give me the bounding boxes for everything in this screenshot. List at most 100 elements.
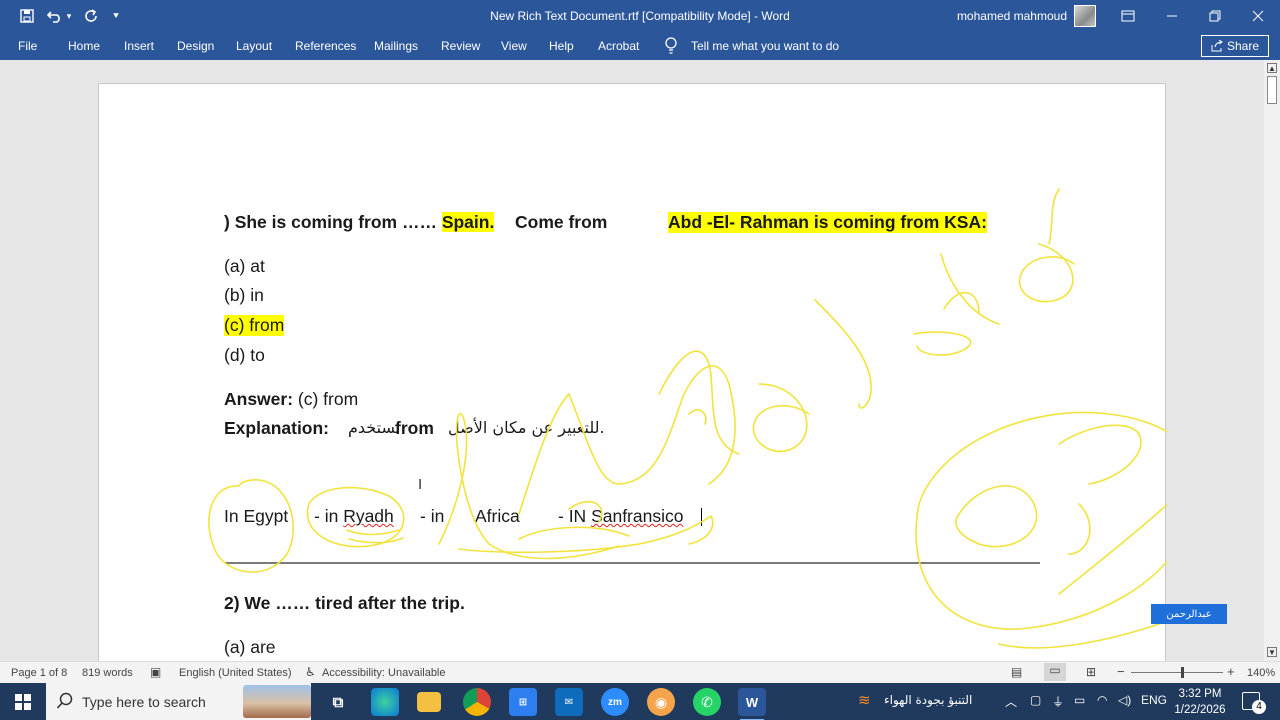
usb-icon[interactable]: ⏚ bbox=[1052, 693, 1064, 710]
meet-now-icon[interactable]: ▢ bbox=[1030, 693, 1041, 707]
vertical-scrollbar[interactable]: ▲ ▼ bbox=[1264, 60, 1280, 661]
word-count[interactable]: 819 words bbox=[82, 667, 133, 679]
whatsapp-icon[interactable]: ✆ bbox=[693, 688, 721, 716]
customize-toolbar-icon[interactable]: ⯆ bbox=[104, 0, 128, 32]
weather-text[interactable]: التنبؤ بجودة الهواء bbox=[884, 693, 972, 707]
tell-me-search[interactable]: Tell me what you want to do bbox=[691, 39, 839, 53]
clock-time: 3:32 PM bbox=[1178, 688, 1222, 700]
explanation-label: Explanation: bbox=[224, 418, 330, 438]
highlight-abd-el-rahman: Abd -El- Rahman is coming from KSA: bbox=[668, 212, 987, 233]
comment-author-tag[interactable]: عبدالرحمن bbox=[1151, 604, 1227, 624]
document-area: ) She is coming from …… Spain. Come from… bbox=[0, 60, 1264, 661]
q2-option-a: (a) are bbox=[224, 637, 276, 657]
windows-start-icon[interactable] bbox=[0, 683, 46, 720]
tray-chevron-icon[interactable]: ︿ bbox=[1005, 693, 1017, 710]
taskbar: Type here to search ⧉ ⊞ ✉ zm ◉ ✆ W ≋ الت… bbox=[0, 683, 1280, 720]
tab-file[interactable]: File bbox=[18, 39, 37, 53]
close-icon[interactable] bbox=[1236, 0, 1280, 32]
ribbon-display-icon[interactable] bbox=[1106, 0, 1150, 32]
example-in: - in bbox=[314, 506, 344, 526]
option-c: (c) from bbox=[224, 315, 285, 336]
option-b: (b) in bbox=[224, 285, 264, 305]
volume-icon[interactable]: ◁) bbox=[1118, 693, 1131, 707]
come-from-note: Come from bbox=[515, 212, 608, 232]
task-view-icon[interactable]: ⧉ bbox=[324, 688, 352, 716]
web-layout-icon[interactable]: ⊞ bbox=[1086, 665, 1096, 679]
tab-layout[interactable]: Layout bbox=[236, 39, 272, 53]
example-in-3: - IN bbox=[558, 506, 592, 526]
ink-drawing bbox=[208, 188, 1167, 649]
proofing-icon[interactable]: ▣ bbox=[150, 665, 161, 679]
answer-line: Answer: (c) from bbox=[224, 389, 358, 410]
tab-help[interactable]: Help bbox=[549, 39, 574, 53]
share-label: Share bbox=[1226, 39, 1260, 53]
file-explorer-icon[interactable] bbox=[417, 692, 441, 712]
text-cursor bbox=[701, 508, 702, 526]
tab-references[interactable]: References bbox=[295, 39, 356, 53]
chrome-icon[interactable] bbox=[463, 688, 491, 716]
tab-home[interactable]: Home bbox=[68, 39, 100, 53]
ink-stroke-5 bbox=[913, 291, 980, 356]
explanation-from: from bbox=[395, 418, 434, 438]
outlook-icon[interactable]: ✉ bbox=[555, 688, 583, 716]
word-app-icon[interactable]: W bbox=[738, 688, 766, 720]
store-icon[interactable]: ⊞ bbox=[509, 688, 537, 716]
user-name[interactable]: mohamed mahmoud bbox=[945, 9, 1067, 23]
question-1: ) She is coming from …… Spain. bbox=[224, 212, 495, 233]
accessibility-status[interactable]: Accessibility: Unavailable bbox=[322, 667, 446, 679]
zoom-slider-thumb[interactable] bbox=[1180, 667, 1184, 678]
clock[interactable]: 3:32 PM 1/22/2026 bbox=[1165, 686, 1235, 718]
redo-icon[interactable] bbox=[76, 0, 106, 32]
spelling-ryadh: Ryadh bbox=[343, 506, 394, 526]
page-count[interactable]: Page 1 of 8 bbox=[11, 667, 67, 679]
language-indicator[interactable]: ENG bbox=[1141, 693, 1167, 707]
ink-stroke-2 bbox=[518, 365, 736, 515]
answer-label: Answer: bbox=[224, 389, 294, 409]
tab-acrobat[interactable]: Acrobat bbox=[598, 39, 639, 53]
ink-loop-top-right bbox=[1018, 243, 1075, 303]
battery-icon[interactable]: ▭ bbox=[1074, 693, 1085, 707]
ink-stroke-8 bbox=[998, 503, 1167, 649]
edge-icon[interactable] bbox=[371, 688, 399, 716]
explanation-arabic-1: نستخدم bbox=[348, 418, 401, 437]
option-d: (d) to bbox=[224, 345, 265, 365]
scroll-down-icon[interactable]: ▼ bbox=[1267, 647, 1277, 657]
save-icon[interactable] bbox=[12, 0, 42, 32]
share-button[interactable]: Share bbox=[1201, 35, 1269, 57]
scroll-up-icon[interactable]: ▲ bbox=[1267, 63, 1277, 73]
example-sanfransico: - IN Sanfransico bbox=[558, 506, 683, 527]
spelling-sanfransico: Sanfransico bbox=[591, 506, 684, 526]
read-mode-icon[interactable]: ▤ bbox=[1011, 665, 1022, 679]
print-layout-icon[interactable]: ▭ bbox=[1044, 663, 1066, 681]
tab-mailings[interactable]: Mailings bbox=[374, 39, 418, 53]
scroll-thumb[interactable] bbox=[1267, 76, 1277, 104]
accessibility-icon: ♿ bbox=[305, 665, 316, 679]
explanation-arabic-2: للتعبير عن مكان الأصل. bbox=[448, 418, 605, 437]
wifi-icon[interactable]: ◠ bbox=[1097, 693, 1107, 707]
document-page[interactable]: ) She is coming from …… Spain. Come from… bbox=[98, 83, 1167, 661]
zoom-out-icon[interactable]: − bbox=[1117, 664, 1125, 679]
minimize-icon[interactable] bbox=[1150, 0, 1194, 32]
example-africa: Africa bbox=[475, 506, 520, 526]
highlight-spain: Spain. bbox=[441, 212, 495, 232]
zoom-in-icon[interactable]: + bbox=[1227, 664, 1235, 679]
zoom-app-icon[interactable]: zm bbox=[601, 688, 629, 716]
tab-review[interactable]: Review bbox=[441, 39, 480, 53]
restore-icon[interactable] bbox=[1193, 0, 1237, 32]
question-1-text: ) She is coming from …… bbox=[224, 212, 442, 232]
search-highlight-image bbox=[243, 685, 311, 718]
avatar[interactable] bbox=[1074, 5, 1096, 27]
tab-view[interactable]: View bbox=[501, 39, 527, 53]
language[interactable]: English (United States) bbox=[179, 667, 292, 679]
zoom-slider[interactable] bbox=[1131, 672, 1223, 673]
tab-insert[interactable]: Insert bbox=[124, 39, 154, 53]
search-icon bbox=[56, 692, 73, 709]
ink-oval-right bbox=[915, 411, 1167, 630]
undo-dropdown-icon[interactable]: ▾ bbox=[62, 0, 76, 32]
weather-icon[interactable]: ≋ bbox=[858, 691, 871, 709]
vpn-app-icon[interactable]: ◉ bbox=[647, 688, 675, 716]
zoom-level[interactable]: 140% bbox=[1247, 667, 1275, 679]
answer-value: (c) from bbox=[293, 389, 359, 409]
ink-stroke-4 bbox=[814, 299, 872, 409]
tab-design[interactable]: Design bbox=[177, 39, 214, 53]
